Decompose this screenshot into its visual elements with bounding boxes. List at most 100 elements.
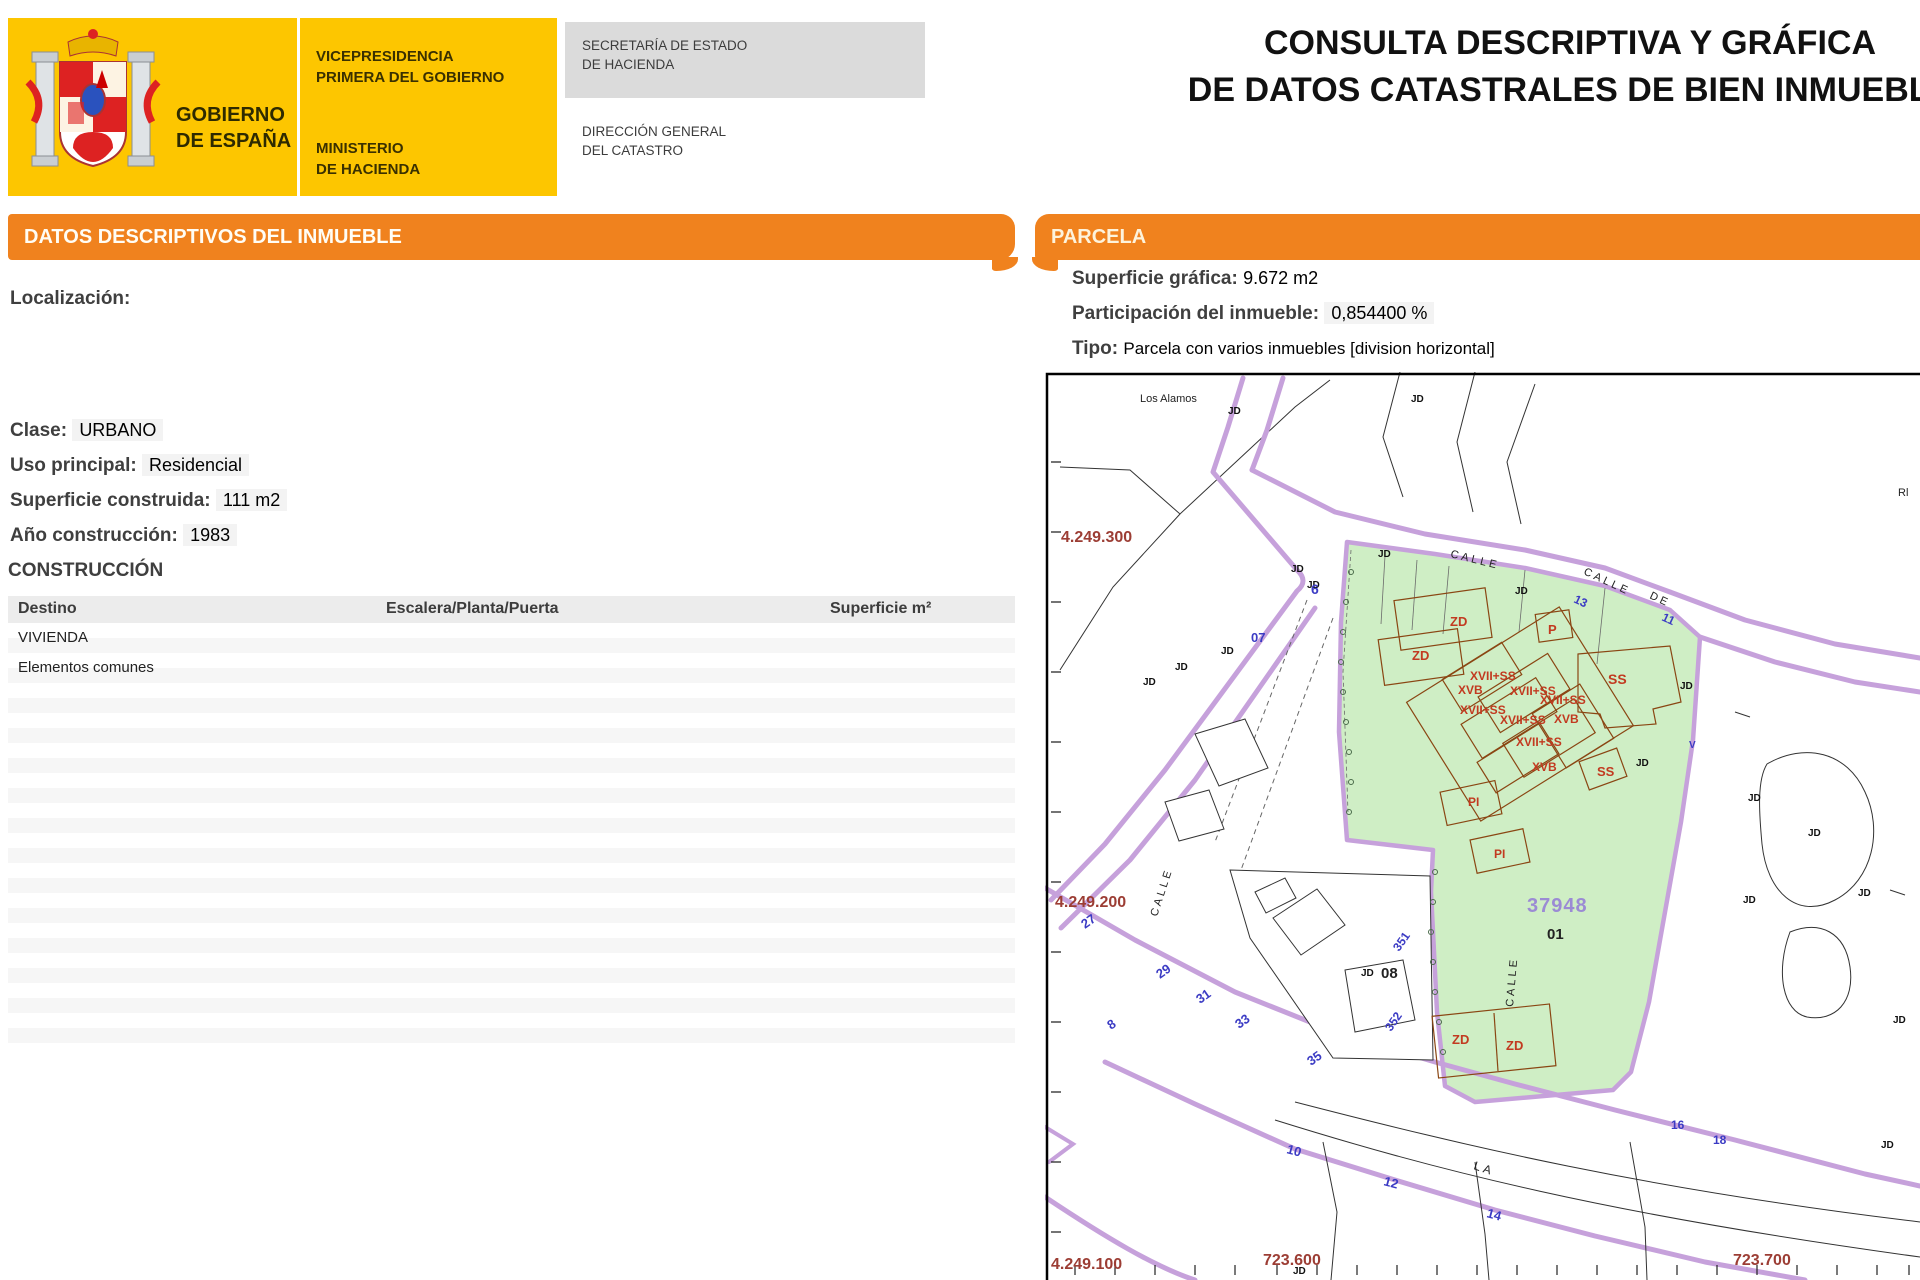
- map-label-bld: ZD: [1506, 1038, 1523, 1053]
- map-label-bld: XVB: [1532, 760, 1557, 774]
- map-label-jd: JD: [1361, 968, 1374, 979]
- map-label-numblack: 01: [1547, 926, 1564, 943]
- map-label-jd: JD: [1881, 1140, 1894, 1151]
- uso-principal-value: Residencial: [142, 454, 249, 476]
- map-label-blue: 33: [1232, 1011, 1252, 1032]
- localizacion-label: Localización:: [10, 288, 130, 309]
- map-label-jd: JD: [1175, 662, 1188, 673]
- map-label-bld: XVB: [1458, 683, 1483, 697]
- map-label-bld: ZD: [1412, 648, 1429, 663]
- participacion-value: 0,854400 %: [1324, 302, 1434, 324]
- parcela-header-bar: PARCELA: [1035, 214, 1920, 260]
- map-label-bld: XVB: [1554, 712, 1579, 726]
- ministerio-label: MINISTERIO DE HACIENDA: [316, 138, 420, 180]
- map-label-numblack: 08: [1381, 965, 1398, 982]
- map-label-bld: ZD: [1450, 614, 1467, 629]
- participacion-field: Participación del inmueble: 0,854400 %: [1072, 303, 1434, 325]
- map-label-blue: 16: [1671, 1118, 1685, 1132]
- map-label-blue: 07: [1251, 630, 1265, 645]
- vicepresidencia-label: VICEPRESIDENCIA PRIMERA DEL GOBIERNO: [316, 46, 504, 88]
- map-label-blue: 31: [1193, 986, 1213, 1007]
- map-label-jd: JD: [1143, 677, 1156, 688]
- map-label-jd: JD: [1228, 406, 1241, 417]
- map-label-jd: JD: [1893, 1015, 1906, 1026]
- tipo-field: Tipo: Parcela con varios inmuebles [divi…: [1072, 338, 1495, 360]
- map-label-place: Los Alamos: [1140, 393, 1197, 405]
- superficie-grafica-label: Superficie gráfica:: [1072, 268, 1238, 289]
- datos-descriptivos-header-bar: DATOS DESCRIPTIVOS DEL INMUEBLE: [8, 214, 1015, 260]
- superficie-grafica-value: 9.672 m2: [1243, 268, 1318, 288]
- map-label-blue: 35: [1304, 1048, 1324, 1069]
- map-label-jd: JD: [1291, 564, 1304, 575]
- column-destino: Destino: [18, 600, 77, 618]
- table-row: VIVIENDA: [18, 629, 88, 646]
- column-superficie-m2: Superficie m²: [830, 600, 931, 618]
- map-label-jd: JD: [1515, 586, 1528, 597]
- anio-construccion-label: Año construcción:: [10, 525, 178, 546]
- column-escalera-planta-puerta: Escalera/Planta/Puerta: [386, 600, 559, 618]
- map-label-blue: 10: [1285, 1141, 1303, 1159]
- map-label-blue: 27: [1078, 911, 1098, 932]
- page-title: CONSULTA DESCRIPTIVA Y GRÁFICA DE DATOS …: [1170, 20, 1920, 114]
- participacion-label: Participación del inmueble:: [1072, 303, 1319, 324]
- map-label-jd: JD: [1808, 828, 1821, 839]
- map-label-bld: P: [1548, 622, 1557, 637]
- map-label-bld: XVII+SS: [1470, 669, 1516, 683]
- map-label-jd: JD: [1378, 549, 1391, 560]
- map-label-blue: 6: [1311, 581, 1319, 597]
- gobierno-de-espana-label: GOBIERNO DE ESPAÑA: [176, 102, 291, 154]
- map-label-coord: 723.600: [1263, 1252, 1321, 1269]
- map-label-bld: PI: [1468, 795, 1479, 809]
- superficie-grafica-field: Superficie gráfica: 9.672 m2: [1072, 268, 1318, 290]
- map-label-blue: 18: [1713, 1133, 1727, 1147]
- cadastral-map-svg: 4.249.3004.249.2004.249.100723.600723.70…: [1045, 372, 1920, 1280]
- map-label-blue: 12: [1382, 1173, 1400, 1191]
- map-label-coord: 4.249.100: [1051, 1256, 1122, 1273]
- anio-construccion-field: Año construcción: 1983: [10, 525, 237, 547]
- map-label-place: Rl: [1898, 487, 1908, 499]
- superficie-construida-value: 111 m2: [216, 489, 287, 511]
- map-label-bld: XVII+SS: [1460, 703, 1506, 717]
- map-label-blue: 29: [1153, 961, 1173, 982]
- logo-yellow-block: GOBIERNO DE ESPAÑA: [8, 18, 297, 196]
- map-label-jd: JD: [1411, 394, 1424, 405]
- map-label-coord: 723.700: [1733, 1252, 1791, 1269]
- map-label-jd: JD: [1221, 646, 1234, 657]
- tipo-label: Tipo:: [1072, 338, 1118, 359]
- secretaria-label: SECRETARÍA DE ESTADO DE HACIENDA: [582, 36, 747, 74]
- uso-principal-field: Uso principal: Residencial: [10, 455, 249, 477]
- cadastral-map: 4.249.3004.249.2004.249.100723.600723.70…: [1045, 372, 1920, 1280]
- map-label-bld: XVII+SS: [1540, 693, 1586, 707]
- spain-coat-of-arms-icon: [18, 22, 168, 190]
- anio-construccion-value: 1983: [183, 524, 237, 546]
- map-label-blue: 14: [1485, 1205, 1504, 1223]
- map-label-bld: XVII+SS: [1516, 735, 1562, 749]
- map-label-jd: JD: [1748, 793, 1761, 804]
- direccion-catastro-label: DIRECCIÓN GENERAL DEL CATASTRO: [582, 122, 726, 160]
- cadastral-document: { "header": { "gobierno_line1": "GOBIERN…: [0, 0, 1920, 1280]
- map-label-blue: V: [1689, 740, 1696, 751]
- construccion-table-body: VIVIENDA Elementos comunes: [8, 623, 1015, 1043]
- clase-field: Clase: URBANO: [10, 420, 163, 442]
- superficie-construida-label: Superficie construida:: [10, 490, 211, 511]
- construccion-table-header: Destino Escalera/Planta/Puerta Superfici…: [8, 596, 1015, 623]
- map-label-coord: 4.249.200: [1055, 894, 1126, 911]
- map-label-jd: JD: [1743, 895, 1756, 906]
- datos-descriptivos-title: DATOS DESCRIPTIVOS DEL INMUEBLE: [24, 226, 402, 248]
- map-label-pnum: 37948: [1527, 895, 1588, 917]
- superficie-construida-field: Superficie construida: 111 m2: [10, 490, 287, 512]
- map-label-street: LA: [1472, 1159, 1496, 1179]
- map-label-bld: SS: [1608, 671, 1627, 687]
- table-row: Elementos comunes: [18, 659, 154, 676]
- map-label-jd: JD: [1293, 1266, 1306, 1277]
- map-label-jd: JD: [1680, 681, 1693, 692]
- clase-label: Clase:: [10, 420, 67, 441]
- construccion-section-title: CONSTRUCCIÓN: [8, 560, 163, 582]
- map-label-blue: 8: [1104, 1016, 1119, 1032]
- map-label-jd: JD: [1858, 888, 1871, 899]
- map-label-bld: XVII+SS: [1500, 713, 1546, 727]
- localizacion-field: Localización:: [10, 288, 130, 310]
- parcela-title: PARCELA: [1051, 226, 1146, 248]
- map-label-jd: JD: [1636, 758, 1649, 769]
- map-label-street: CALLE: [1148, 867, 1175, 918]
